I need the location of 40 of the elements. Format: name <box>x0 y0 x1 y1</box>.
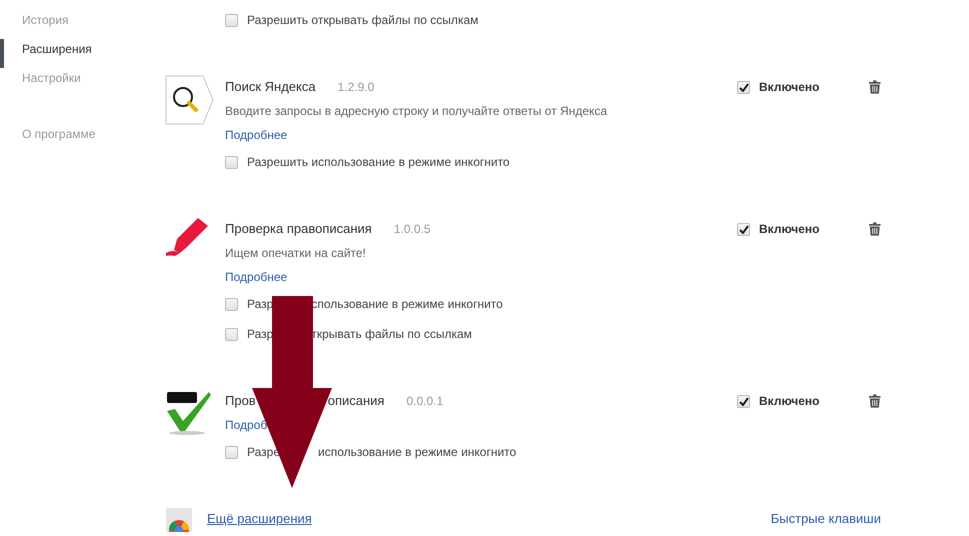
more-extensions-link[interactable]: Ещё расширения <box>207 511 312 527</box>
checkbox[interactable] <box>225 14 238 26</box>
extension-name: описания <box>328 393 384 408</box>
details-link[interactable]: Подробнее <box>225 265 288 289</box>
enabled-label: Включено <box>759 394 820 408</box>
enabled-checkbox[interactable] <box>737 394 750 408</box>
magnifier-icon <box>165 75 215 125</box>
option-label: Разрешить открывать файлы по ссылкам <box>247 12 478 27</box>
marker-icon <box>165 217 209 257</box>
extension-name: Пров <box>225 393 256 408</box>
checkbox[interactable] <box>225 446 238 458</box>
trash-icon[interactable] <box>869 393 881 409</box>
option-label: Разр <box>247 326 274 341</box>
enabled-label: Включено <box>759 222 820 236</box>
store-icon <box>165 506 193 532</box>
trash-icon[interactable] <box>869 79 881 95</box>
option-label: Разр <box>247 296 274 311</box>
extension-description: Вводите запросы в адресную строку и получайте ответы от Яндекса <box>225 103 608 120</box>
option-label: ткрывать файлы по ссылкам <box>311 326 472 341</box>
trash-icon[interactable] <box>869 221 881 237</box>
checkbox[interactable] <box>225 298 238 310</box>
sidebar-item[interactable]: Расширения <box>0 39 165 68</box>
option-label: Разрешить использование в режиме инкогнито <box>247 154 510 169</box>
details-link[interactable]: Подробнее <box>225 123 288 147</box>
checkbox[interactable] <box>225 328 238 340</box>
enabled-label: Включено <box>759 80 820 94</box>
extension-name: Поиск Яндекса <box>225 79 316 94</box>
extension-description: Ищем опечатки на сайте! <box>225 245 367 262</box>
enabled-checkbox[interactable] <box>737 80 750 94</box>
option-label: спользование в режиме инкогнито <box>311 296 503 311</box>
details-link[interactable]: Подроб <box>225 413 268 437</box>
option-label: использование в режиме инкогнито <box>318 444 516 459</box>
version-label: 1.0.0.5 <box>394 222 431 236</box>
version-label: 1.2.9.0 <box>338 80 374 94</box>
enabled-checkbox[interactable] <box>737 222 750 236</box>
checkmark-icon <box>165 389 213 435</box>
version-label: 0.0.0.1 <box>406 394 444 408</box>
shortcuts-link[interactable]: Быстрые клавиши <box>770 511 881 527</box>
extension-name: Проверка правописания <box>225 221 372 236</box>
checkbox[interactable] <box>225 156 238 168</box>
